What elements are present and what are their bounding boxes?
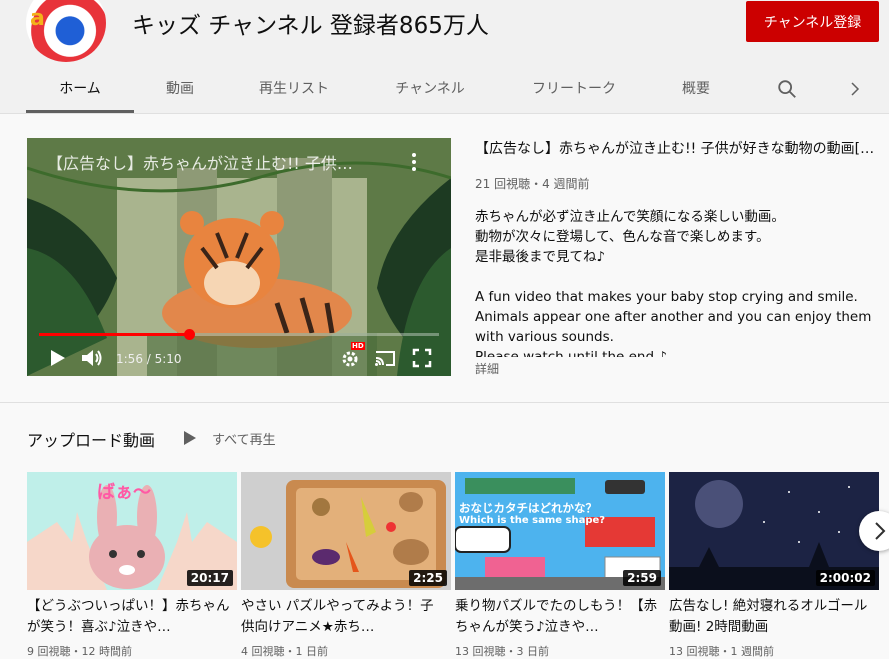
video-title[interactable]: 乗り物パズルでたのしもう！【赤ちゃんが笑う♪泣きや… <box>455 596 660 638</box>
video-card[interactable]: おなじカタチはどれかな？ Which is the same shape? 2:… <box>455 472 665 658</box>
chevron-right-icon[interactable] <box>846 80 864 98</box>
subscribe-button[interactable]: チャンネル登録 <box>746 1 879 42</box>
progress-fill <box>39 333 189 336</box>
video-card[interactable]: 2:25 やさい パズルやってみよう！子供向けアニメ★赤ち… 4 回視聴・1 日… <box>241 472 451 658</box>
tab-discussion[interactable]: フリートーク <box>520 70 628 113</box>
video-thumbnail[interactable]: 2:00:02 <box>669 472 879 590</box>
progress-scrubber[interactable] <box>184 329 195 340</box>
video-duration: 2:25 <box>409 570 447 586</box>
featured-video-meta: 21 回視聴・4 週間前 <box>475 177 590 191</box>
video-thumbnail[interactable]: おなじカタチはどれかな？ Which is the same shape? 2:… <box>455 472 665 590</box>
thumbnail-caption: おなじカタチはどれかな？ <box>459 501 597 515</box>
description-line: A fun video that makes your baby stop cr… <box>475 289 858 305</box>
tab-about[interactable]: 概要 <box>666 70 726 113</box>
play-icon[interactable] <box>49 348 67 368</box>
video-meta: 13 回視聴・1 週間前 <box>669 645 774 658</box>
more-vert-icon[interactable] <box>410 152 418 172</box>
video-card[interactable]: 2:00:02 広告なし! 絶対寝れるオルゴール動画! 2時間動画 13 回視聴… <box>669 472 879 658</box>
video-title[interactable]: 広告なし! 絶対寝れるオルゴール動画! 2時間動画 <box>669 596 874 638</box>
channel-avatar[interactable]: a <box>26 0 106 62</box>
thumbnail-subcaption: Which is the same shape? <box>459 515 606 526</box>
play-all-icon <box>184 431 196 445</box>
video-player[interactable]: 【広告なし】赤ちゃんが泣き止む!! 子供… 1:56 / 5:10 HD <box>27 138 451 376</box>
video-duration: 2:00:02 <box>815 570 875 586</box>
shelf-next-button[interactable] <box>859 511 889 551</box>
volume-icon[interactable] <box>81 348 103 368</box>
tab-home[interactable]: ホーム <box>26 70 134 113</box>
featured-video-description: 赤ちゃんが必ず泣き止んで笑顔になる楽しい動画。 動物が次々に登場して、色んな音で… <box>475 207 883 357</box>
time-display: 1:56 / 5:10 <box>116 352 182 366</box>
cast-icon[interactable] <box>373 348 397 368</box>
description-line: Please watch until the end ♪ <box>475 349 667 357</box>
channel-title: キッズ チャンネル 登録者865万人 <box>132 13 489 39</box>
channel-header: a キッズ チャンネル 登録者865万人 チャンネル登録 ホーム 動画 再生リス… <box>0 0 889 113</box>
video-meta: 13 回視聴・3 日前 <box>455 645 549 658</box>
featured-video-title[interactable]: 【広告なし】赤ちゃんが泣き止む!! 子供が好きな動物の動画[… <box>475 138 877 158</box>
settings-gear-icon[interactable]: HD <box>341 342 365 368</box>
hd-badge: HD <box>351 342 365 350</box>
description-line: 動物が次々に登場して、色んな音で楽しめます。 <box>475 229 770 245</box>
description-line: 赤ちゃんが必ず泣き止んで笑顔になる楽しい動画。 <box>475 209 785 225</box>
progress-bar[interactable] <box>39 329 439 340</box>
video-duration: 2:59 <box>623 570 661 586</box>
read-more-link[interactable]: 詳細 <box>475 360 499 377</box>
video-title[interactable]: やさい パズルやってみよう！子供向けアニメ★赤ち… <box>241 596 446 638</box>
video-thumbnail[interactable]: ばぁ〜 20:17 <box>27 472 237 590</box>
play-all-label: すべて再生 <box>212 433 276 448</box>
video-meta: 9 回視聴・12 時間前 <box>27 645 132 658</box>
header-divider <box>0 113 889 114</box>
fullscreen-icon[interactable] <box>412 348 432 368</box>
description-line: Animals appear one after another and you… <box>475 309 872 345</box>
tab-channels[interactable]: チャンネル <box>384 70 476 113</box>
tab-videos[interactable]: 動画 <box>150 70 210 113</box>
description-line: 是非最後まで見てね♪ <box>475 249 606 265</box>
avatar-letter: a <box>30 6 45 31</box>
section-divider <box>0 402 889 403</box>
search-icon[interactable] <box>776 78 798 100</box>
tab-playlists[interactable]: 再生リスト <box>248 70 340 113</box>
description-line <box>475 267 883 287</box>
chevron-right-icon <box>875 522 886 540</box>
video-meta: 4 回視聴・1 日前 <box>241 645 328 658</box>
video-duration: 20:17 <box>186 570 233 586</box>
player-title: 【広告なし】赤ちゃんが泣き止む!! 子供… <box>47 154 353 173</box>
video-thumbnail[interactable]: 2:25 <box>241 472 451 590</box>
video-card[interactable]: ばぁ〜 20:17 【どうぶついっぱい！】赤ちゃんが笑う！喜ぶ♪泣きや… 9 回… <box>27 472 237 658</box>
shelf-title[interactable]: アップロード動画 <box>27 427 155 451</box>
thumbnail-caption: ばぁ〜 <box>97 482 151 503</box>
video-title[interactable]: 【どうぶついっぱい！】赤ちゃんが笑う！喜ぶ♪泣きや… <box>27 596 232 638</box>
